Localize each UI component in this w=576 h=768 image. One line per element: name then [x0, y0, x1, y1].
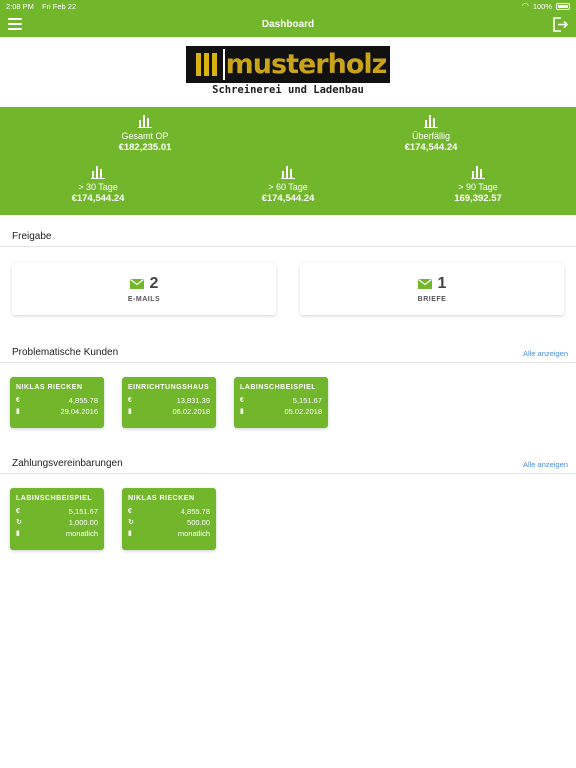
divider — [0, 362, 576, 363]
nav-bar: Dashboard — [0, 12, 576, 37]
logo-stripes-icon — [189, 49, 223, 80]
battery-icon — [556, 2, 570, 10]
agreement-interval: monatlich — [177, 529, 210, 538]
customer-amount: 13,831.39 — [176, 396, 210, 405]
logout-icon[interactable] — [552, 17, 568, 32]
agreement-name: LABINSCHBEISPIEL — [16, 495, 93, 502]
document-icon: ▮ — [16, 408, 20, 415]
customer-card[interactable]: EINRICHTUNGSHAUS RO €13,831.39 ▮ 06.02.20… — [122, 377, 216, 428]
stat-value: €174,544.24 — [404, 142, 458, 153]
agreement-card[interactable]: LABINSCHBEISPIEL €5,151.67 ↻ 1,000.00 ▮ mo… — [10, 488, 104, 550]
briefe-count: 1 — [437, 275, 447, 292]
divider — [0, 473, 576, 474]
calendar-icon: ▮ — [16, 530, 20, 537]
bar-chart-icon — [281, 166, 295, 179]
bar-chart-icon — [138, 115, 152, 128]
euro-icon: € — [128, 508, 132, 515]
customer-date: 05.02.2018 — [284, 407, 322, 416]
euro-icon: € — [128, 397, 132, 404]
status-bar: 2:08 PM Fri Feb 22 ◠ 100% — [0, 0, 576, 12]
stat-value: 169,392.57 — [454, 193, 502, 204]
repeat-icon: ↻ — [128, 519, 134, 526]
zahlung-show-all-link[interactable]: Alle anzeigen — [523, 460, 568, 469]
agreement-card[interactable]: NIKLAS RIECKEN €4,855.78 ↻ 500.00 ▮ monatl… — [122, 488, 216, 550]
repeat-icon: ↻ — [16, 519, 22, 526]
zahlung-title: Zahlungsvereinbarungen — [12, 458, 123, 469]
page-title: Dashboard — [261, 19, 315, 30]
emails-count: 2 — [149, 275, 159, 292]
wifi-icon: ◠ — [521, 1, 529, 10]
customer-date: 29.04.2016 — [60, 407, 98, 416]
customer-name: LABINSCHBEISPIEL — [240, 384, 317, 391]
stat-value: €182,235.01 — [118, 142, 172, 153]
emails-label: E-MAILS — [127, 296, 161, 303]
document-icon: ▮ — [128, 408, 132, 415]
company-logo: musterholz Schreinerei und Ladenbau — [186, 46, 390, 98]
freigabe-title: Freigabe — [12, 231, 52, 242]
bar-chart-icon — [471, 166, 485, 179]
customer-date: 06.02.2018 — [172, 407, 210, 416]
customer-name: NIKLAS RIECKEN — [16, 384, 83, 391]
customer-amount: 4,855.78 — [68, 396, 98, 405]
agreement-rate: 500.00 — [187, 518, 210, 527]
stat-label: Überfällig — [411, 131, 451, 141]
stat-label: Gesamt OP — [121, 131, 169, 141]
agreement-amount: 5,151.67 — [68, 507, 98, 516]
agreement-name: NIKLAS RIECKEN — [128, 495, 195, 502]
stat-label: > 30 Tage — [78, 182, 118, 192]
stat-label: > 60 Tage — [268, 182, 308, 192]
agreement-amount: 4,855.78 — [180, 507, 210, 516]
customer-amount: 5,151.67 — [292, 396, 322, 405]
stat-label: > 90 Tage — [458, 182, 498, 192]
euro-icon: € — [16, 397, 20, 404]
stat-90-tage[interactable]: > 90 Tage 169,392.57 — [403, 165, 553, 204]
logo-area: musterholz Schreinerei und Ladenbau — [0, 37, 576, 107]
stat-60-tage[interactable]: > 60 Tage €174,544.24 — [213, 165, 363, 204]
problem-show-all-link[interactable]: Alle anzeigen — [523, 349, 568, 358]
briefe-label: BRIEFE — [417, 296, 447, 303]
customer-name: EINRICHTUNGSHAUS RO — [128, 384, 210, 391]
logo-subtitle: Schreinerei und Ladenbau — [212, 84, 364, 96]
agreement-interval: monatlich — [65, 529, 98, 538]
emails-card[interactable]: 2 E-MAILS — [12, 263, 276, 315]
customer-card[interactable]: NIKLAS RIECKEN €4,855.78 ▮ 29.04.2016 — [10, 377, 104, 428]
agreement-rate: 1,000.00 — [68, 518, 98, 527]
stat-gesamt-op[interactable]: Gesamt OP €182,235.01 — [70, 114, 220, 153]
envelope-icon — [129, 279, 144, 289]
stats-panel: Gesamt OP €182,235.01 Überfällig €174,54… — [0, 107, 576, 215]
customer-card[interactable]: LABINSCHBEISPIEL €5,151.67 ▮ 05.02.2018 — [234, 377, 328, 428]
problem-title: Problematische Kunden — [12, 347, 119, 358]
divider — [0, 246, 576, 247]
bar-chart-icon — [424, 115, 438, 128]
stat-value: €174,544.24 — [71, 193, 125, 204]
status-time: 2:08 PM — [6, 1, 34, 11]
briefe-card[interactable]: 1 BRIEFE — [300, 263, 564, 315]
battery-percent: 100% — [532, 1, 552, 11]
logo-word: musterholz — [225, 49, 387, 80]
stat-30-tage[interactable]: > 30 Tage €174,544.24 — [23, 165, 173, 204]
stat-value: €174,544.24 — [261, 193, 315, 204]
stat-ueberfaellig[interactable]: Überfällig €174,544.24 — [356, 114, 506, 153]
euro-icon: € — [16, 508, 20, 515]
calendar-icon: ▮ — [128, 530, 132, 537]
bar-chart-icon — [91, 166, 105, 179]
euro-icon: € — [240, 397, 244, 404]
document-icon: ▮ — [240, 408, 244, 415]
envelope-icon — [417, 279, 432, 289]
menu-icon[interactable] — [8, 18, 22, 30]
status-date: Fri Feb 22 — [41, 1, 77, 11]
